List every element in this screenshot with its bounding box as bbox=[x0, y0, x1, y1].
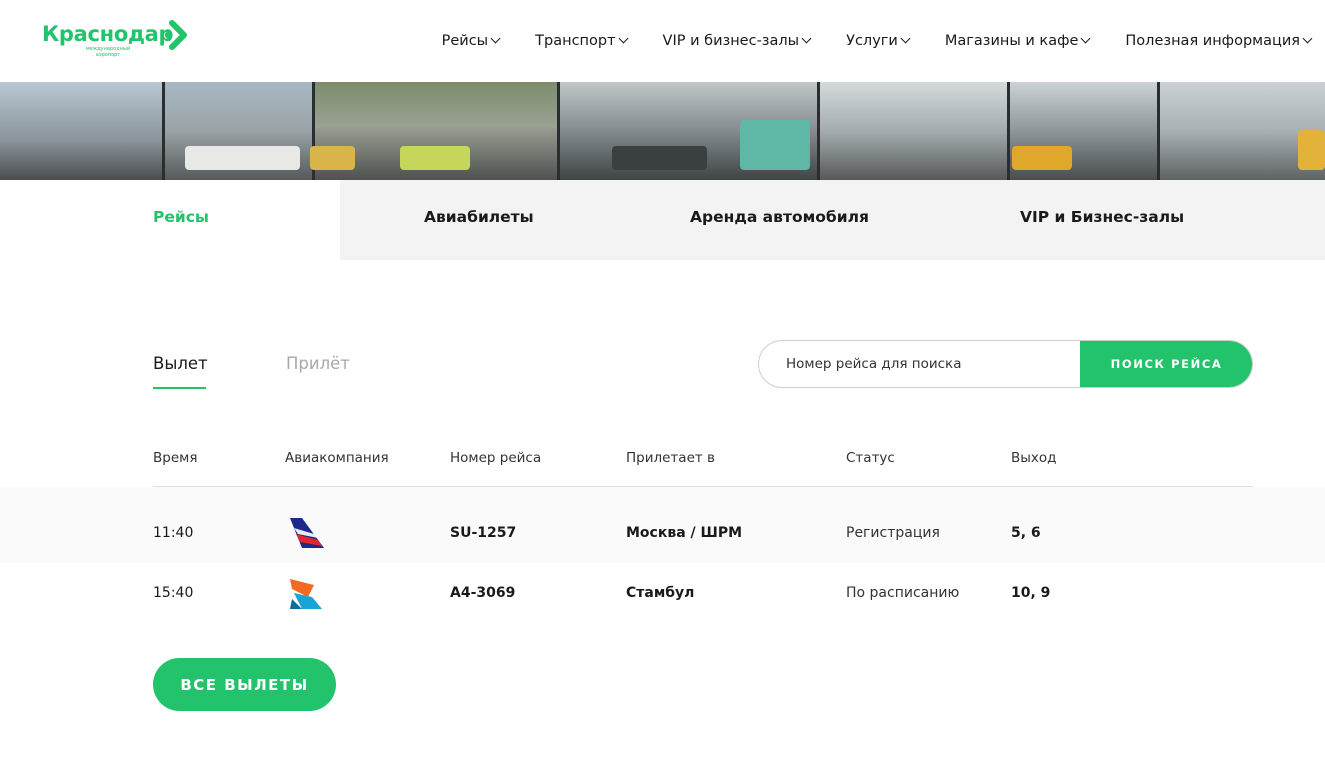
flight-gate: 10, 9 bbox=[1011, 585, 1051, 601]
flight-status: По расписанию bbox=[846, 585, 960, 601]
flight-number: SU-1257 bbox=[450, 525, 517, 541]
all-departures-button[interactable]: ВСЕ ВЫЛЕТЫ bbox=[153, 658, 336, 711]
aeroflot-logo-icon bbox=[290, 518, 324, 548]
banner-vehicle bbox=[740, 120, 810, 170]
airport-logo[interactable]: Краснодар международный аэропорт bbox=[42, 20, 192, 62]
nav-item-label: Транспорт bbox=[535, 33, 616, 49]
flight-destination: Москва / ШРМ bbox=[626, 525, 743, 541]
chevron-down-icon bbox=[900, 33, 911, 44]
banner-vehicle bbox=[1298, 130, 1325, 170]
azimuth-logo-icon bbox=[290, 579, 322, 609]
flight-search: ПОИСК РЕЙСА bbox=[758, 340, 1253, 388]
chevron-down-icon bbox=[618, 33, 628, 44]
column-header-time: Время bbox=[153, 450, 198, 466]
search-flight-button[interactable]: ПОИСК РЕЙСА bbox=[1080, 341, 1252, 387]
flight-destination: Стамбул bbox=[626, 585, 695, 601]
service-tabs: Рейсы Авиабилеты Аренда автомобиля VIP и… bbox=[0, 180, 1325, 260]
subtab-arrivals[interactable]: Прилёт bbox=[286, 354, 350, 373]
banner-window-pane bbox=[0, 82, 165, 180]
site-header: Краснодар международный аэропорт Рейсы Т… bbox=[0, 0, 1325, 82]
nav-item-transport[interactable]: Транспорт bbox=[535, 31, 628, 51]
flight-number: A4-3069 bbox=[450, 585, 516, 601]
flight-gate: 5, 6 bbox=[1011, 525, 1041, 541]
logo-subtitle: международный аэропорт bbox=[78, 46, 138, 58]
nav-item-label: Рейсы bbox=[441, 33, 489, 49]
logo-subtitle-line2: аэропорт bbox=[95, 52, 121, 58]
flight-time: 15:40 bbox=[153, 585, 194, 601]
active-subtab-underline bbox=[153, 387, 206, 389]
nav-item-flights[interactable]: Рейсы bbox=[441, 31, 501, 51]
flight-number-search-input[interactable] bbox=[759, 341, 1082, 387]
tab-vip-lounges[interactable]: VIP и Бизнес-залы bbox=[1020, 208, 1184, 226]
chevron-down-icon bbox=[801, 33, 812, 44]
column-header-status: Статус bbox=[846, 450, 895, 466]
column-header-destination: Прилетает в bbox=[626, 450, 715, 466]
column-header-airline: Авиакомпания bbox=[285, 450, 389, 466]
nav-item-label: Полезная информация bbox=[1125, 33, 1300, 49]
banner-vehicle bbox=[310, 146, 355, 170]
table-row[interactable]: 15:40 A4-3069 Стамбул По расписанию 10, … bbox=[0, 563, 1325, 639]
tab-car-rental[interactable]: Аренда автомобиля bbox=[690, 208, 869, 226]
banner-vehicle bbox=[400, 146, 470, 170]
flight-status: Регистрация bbox=[846, 525, 940, 541]
subtab-departures[interactable]: Вылет bbox=[153, 354, 208, 373]
nav-item-label: VIP и бизнес-залы bbox=[662, 33, 800, 49]
nav-item-useful-info[interactable]: Полезная информация bbox=[1125, 31, 1313, 51]
tab-tickets[interactable]: Авиабилеты bbox=[424, 208, 534, 226]
nav-item-services[interactable]: Услуги bbox=[846, 31, 911, 51]
nav-item-shops-cafes[interactable]: Магазины и кафе bbox=[944, 31, 1091, 51]
logo-text: Краснодар bbox=[42, 22, 174, 46]
banner-window-pane bbox=[820, 82, 1010, 180]
flight-time: 11:40 bbox=[153, 525, 194, 541]
main-nav: Рейсы Транспорт VIP и бизнес-залы Услуги… bbox=[441, 31, 1313, 51]
hero-banner-image bbox=[0, 82, 1325, 180]
chevron-down-icon bbox=[1080, 33, 1091, 44]
table-row[interactable]: 11:40 SU-1257 Москва / ШРМ Регистрация 5… bbox=[0, 487, 1325, 563]
banner-vehicle bbox=[612, 146, 707, 170]
column-header-flight-number: Номер рейса bbox=[450, 450, 542, 466]
tab-flights[interactable]: Рейсы bbox=[153, 208, 209, 226]
banner-vehicle bbox=[1012, 146, 1072, 170]
logo-arrow-icon bbox=[164, 20, 187, 50]
nav-item-vip-lounges[interactable]: VIP и бизнес-залы bbox=[662, 31, 812, 51]
banner-vehicle bbox=[185, 146, 300, 170]
column-header-gate: Выход bbox=[1011, 450, 1057, 466]
nav-item-label: Услуги bbox=[846, 33, 898, 49]
nav-item-label: Магазины и кафе bbox=[944, 33, 1079, 49]
chevron-down-icon bbox=[1302, 33, 1313, 44]
chevron-down-icon bbox=[490, 33, 501, 44]
